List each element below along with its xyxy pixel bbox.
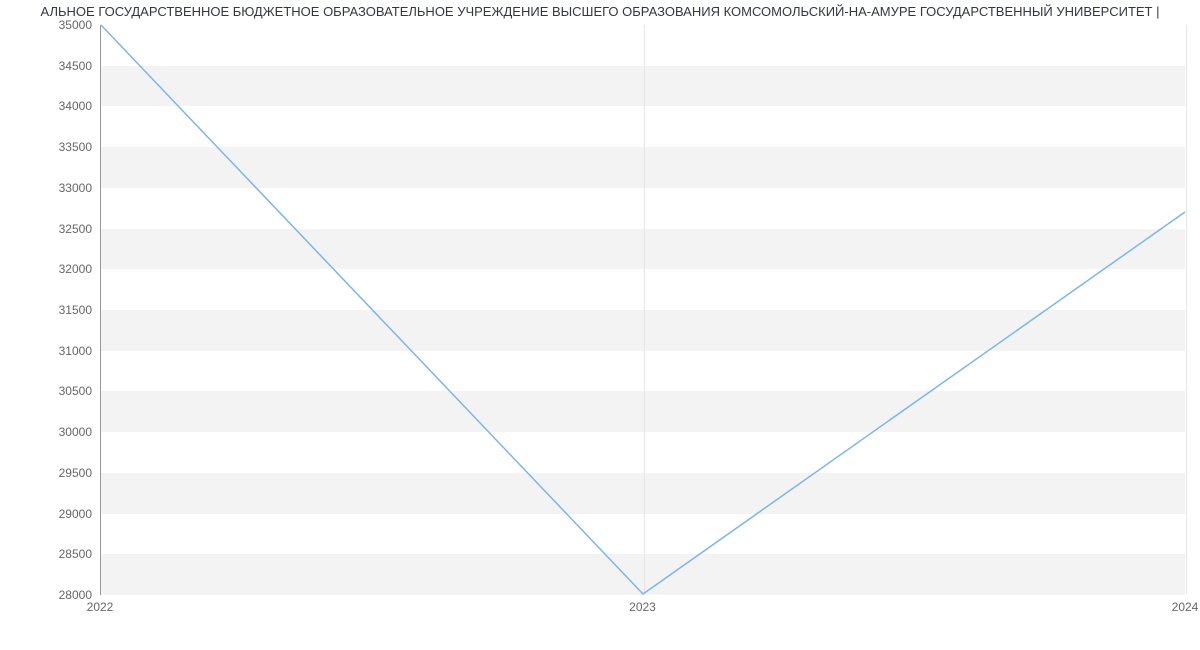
chart-container: АЛЬНОЕ ГОСУДАРСТВЕННОЕ БЮДЖЕТНОЕ ОБРАЗОВ… xyxy=(0,0,1200,650)
data-line xyxy=(101,25,1185,594)
y-tick-label: 35000 xyxy=(2,18,92,32)
line-series xyxy=(101,25,1185,594)
y-tick-label: 30000 xyxy=(2,425,92,439)
y-tick-label: 30500 xyxy=(2,384,92,398)
y-tick-label: 33500 xyxy=(2,140,92,154)
y-tick-label: 34500 xyxy=(2,59,92,73)
y-tick-label: 29500 xyxy=(2,466,92,480)
y-tick-label: 31500 xyxy=(2,303,92,317)
y-tick-label: 32500 xyxy=(2,222,92,236)
plot-area xyxy=(100,25,1185,595)
x-tick-label: 2024 xyxy=(1172,600,1199,614)
y-tick-label: 28500 xyxy=(2,547,92,561)
y-tick-label: 34000 xyxy=(2,99,92,113)
y-tick-label: 29000 xyxy=(2,507,92,521)
y-tick-label: 28000 xyxy=(2,588,92,602)
x-tick-label: 2022 xyxy=(87,600,114,614)
y-tick-label: 31000 xyxy=(2,344,92,358)
chart-title: АЛЬНОЕ ГОСУДАРСТВЕННОЕ БЮДЖЕТНОЕ ОБРАЗОВ… xyxy=(0,4,1200,19)
y-tick-label: 33000 xyxy=(2,181,92,195)
vertical-gridline xyxy=(1186,25,1187,594)
y-tick-label: 32000 xyxy=(2,262,92,276)
x-tick-label: 2023 xyxy=(629,600,656,614)
